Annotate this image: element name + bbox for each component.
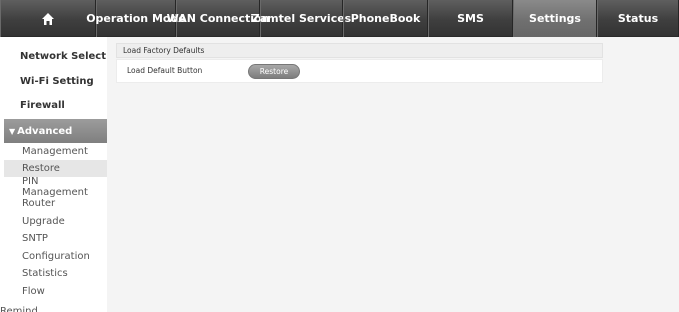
sidebar-item-restore[interactable]: Restore xyxy=(4,160,107,177)
nav-wan-connection[interactable]: WAN Connection xyxy=(167,0,269,37)
nav-operation-mode[interactable]: Operation Mode xyxy=(86,0,186,37)
sidebar-item-remind[interactable]: Remind xyxy=(0,303,38,312)
sidebar-item-sntp[interactable]: SNTP xyxy=(4,230,107,247)
nav-sms[interactable]: SMS xyxy=(428,0,513,37)
load-default-row: Load Default Button Restore xyxy=(116,59,603,83)
sidebar-item-advanced[interactable]: ▼ Advanced xyxy=(4,119,107,143)
sidebar-item-configuration[interactable]: Configuration xyxy=(4,248,107,265)
sidebar-item-router[interactable]: Router xyxy=(4,195,107,212)
sidebar-item-wifi-setting[interactable]: Wi-Fi Setting xyxy=(4,70,107,92)
nav-zamtel-services[interactable]: Zamtel Services xyxy=(252,0,351,37)
sidebar-item-pin-management[interactable]: PIN Management xyxy=(4,176,107,198)
sidebar-item-flow[interactable]: Flow xyxy=(4,283,107,300)
caret-down-icon: ▼ xyxy=(9,126,16,136)
sidebar: Network Select Wi-Fi Setting Firewall ▼ … xyxy=(0,37,107,312)
nav-phonebook[interactable]: PhoneBook xyxy=(343,0,428,37)
sidebar-advanced-label: Advanced xyxy=(17,125,73,137)
nav-status[interactable]: Status xyxy=(597,0,679,37)
sidebar-item-upgrade[interactable]: Upgrade xyxy=(4,213,107,230)
nav-settings[interactable]: Settings xyxy=(513,0,597,37)
sidebar-item-management[interactable]: Management xyxy=(4,143,107,160)
sidebar-item-firewall[interactable]: Firewall xyxy=(4,94,107,116)
nav-home[interactable] xyxy=(0,0,96,37)
sidebar-item-statistics[interactable]: Statistics xyxy=(4,265,107,282)
restore-button[interactable]: Restore xyxy=(248,64,300,79)
load-default-label: Load Default Button xyxy=(127,66,203,75)
section-header: Load Factory Defaults xyxy=(116,43,603,58)
top-nav-bar: Operation Mode WAN Connection Zamtel Ser… xyxy=(0,0,679,37)
home-icon xyxy=(42,12,54,25)
sidebar-item-network-select[interactable]: Network Select xyxy=(4,45,107,67)
